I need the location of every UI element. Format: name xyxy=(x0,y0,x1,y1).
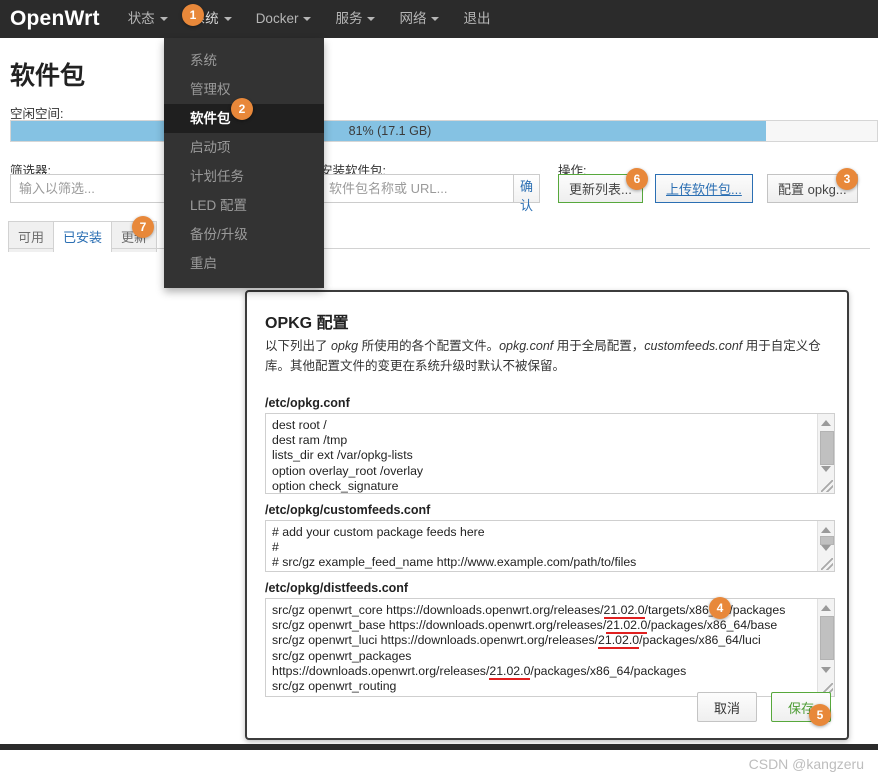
textarea-customfeeds-conf-content: # add your custom package feeds here # #… xyxy=(272,525,637,570)
menu-item-system[interactable]: 系统 xyxy=(164,46,324,75)
nav-item-network[interactable]: 网络 xyxy=(387,0,451,38)
nav-item-services[interactable]: 服务 xyxy=(323,0,387,38)
file-label-customfeeds-conf: /etc/opkg/customfeeds.conf xyxy=(265,503,431,517)
textarea-opkg-conf[interactable]: dest root / dest ram /tmp lists_dir ext … xyxy=(265,413,835,494)
upload-package-button[interactable]: 上传软件包... xyxy=(655,174,753,203)
menu-item-startup[interactable]: 启动项 xyxy=(164,133,324,162)
free-space-progress-bar: 81% (17.1 GB) xyxy=(10,120,878,142)
opkg-configuration-dialog: OPKG 配置 以下列出了 opkg 所使用的各个配置文件。opkg.conf … xyxy=(245,290,849,740)
watermark-text: CSDN @kangzeru xyxy=(748,756,864,772)
brand-logo[interactable]: OpenWrt xyxy=(0,0,116,38)
nav-item-docker-label: Docker xyxy=(255,11,299,26)
scroll-down-icon[interactable] xyxy=(821,667,831,673)
chevron-down-icon xyxy=(223,17,232,22)
textarea-distfeeds-conf-content: src/gz openwrt_core https://downloads.op… xyxy=(272,603,812,696)
install-package-input[interactable] xyxy=(320,174,513,203)
annotation-badge-1: 1 xyxy=(182,4,204,26)
nav-item-status[interactable]: 状态 xyxy=(116,0,180,38)
file-label-opkg-conf: /etc/opkg.conf xyxy=(265,396,350,410)
scrollbar-thumb[interactable] xyxy=(820,536,834,545)
annotation-badge-3: 3 xyxy=(836,168,858,190)
desc-text-1: 以下列出了 xyxy=(265,339,331,353)
annotation-badge-2: 2 xyxy=(231,98,253,120)
tab-installed[interactable]: 已安装 xyxy=(53,221,113,252)
nav-item-logout[interactable]: 退出 xyxy=(451,0,502,38)
desc-em-opkg-conf: opkg.conf xyxy=(499,339,554,353)
nav-item-services-label: 服务 xyxy=(335,11,363,26)
scrollbar-distfeeds-conf[interactable] xyxy=(817,599,834,696)
desc-text-2: 所使用的各个配置文件。 xyxy=(358,339,500,353)
chevron-down-icon xyxy=(159,17,168,22)
nav-item-docker[interactable]: Docker xyxy=(244,0,324,38)
scroll-up-icon[interactable] xyxy=(821,420,831,426)
install-confirm-button[interactable]: 确认 xyxy=(513,174,541,213)
progress-value-text: 81% (17.1 GB) xyxy=(348,124,432,138)
footer-strip xyxy=(0,744,878,750)
chevron-down-icon xyxy=(303,17,312,22)
scrollbar-thumb[interactable] xyxy=(820,616,834,660)
scroll-down-icon[interactable] xyxy=(821,545,831,551)
textarea-customfeeds-conf[interactable]: # add your custom package feeds here # #… xyxy=(265,520,835,572)
menu-item-reboot[interactable]: 重启 xyxy=(164,249,324,278)
tabs-divider xyxy=(8,248,870,249)
scroll-down-icon[interactable] xyxy=(821,466,831,472)
desc-em-customfeeds-conf: customfeeds.conf xyxy=(644,339,743,353)
nav-item-network-label: 网络 xyxy=(399,11,427,26)
menu-item-scheduled-tasks[interactable]: 计划任务 xyxy=(164,162,324,191)
openwrt-luci-packages-page: OpenWrt 状态 系统 Docker 服务 网络 退出 软件包 空闲空间: … xyxy=(0,0,878,783)
scroll-up-icon[interactable] xyxy=(821,527,831,533)
annotation-badge-6: 6 xyxy=(626,168,648,190)
system-dropdown-menu: 系统 管理权 软件包 启动项 计划任务 LED 配置 备份/升级 重启 xyxy=(164,38,324,288)
resize-grip-icon[interactable] xyxy=(821,480,833,492)
top-navbar: OpenWrt 状态 系统 Docker 服务 网络 退出 xyxy=(0,0,878,38)
scroll-up-icon[interactable] xyxy=(821,605,831,611)
desc-text-3: 用于全局配置， xyxy=(553,339,645,353)
dialog-cancel-button[interactable]: 取消 xyxy=(696,692,757,722)
dialog-title: OPKG 配置 xyxy=(265,315,349,332)
annotation-badge-5: 5 xyxy=(809,704,831,726)
textarea-opkg-conf-content: dest root / dest ram /tmp lists_dir ext … xyxy=(272,418,424,493)
menu-item-backup-upgrade[interactable]: 备份/升级 xyxy=(164,220,324,249)
page-title: 软件包 xyxy=(10,62,86,90)
scrollbar-thumb[interactable] xyxy=(820,431,834,465)
annotation-badge-4: 4 xyxy=(709,597,731,619)
chevron-down-icon xyxy=(431,17,440,22)
install-package-group: 确认 xyxy=(320,174,541,213)
file-label-distfeeds-conf: /etc/opkg/distfeeds.conf xyxy=(265,581,409,595)
nav-item-logout-label: 退出 xyxy=(463,11,491,26)
nav-item-status-label: 状态 xyxy=(127,11,155,26)
dialog-description: 以下列出了 opkg 所使用的各个配置文件。opkg.conf 用于全局配置，c… xyxy=(265,336,835,376)
desc-em-opkg: opkg xyxy=(330,339,359,353)
menu-item-led-configuration[interactable]: LED 配置 xyxy=(164,191,324,220)
textarea-distfeeds-conf[interactable]: src/gz openwrt_core https://downloads.op… xyxy=(265,598,835,697)
annotation-badge-7: 7 xyxy=(132,216,154,238)
chevron-down-icon xyxy=(367,17,376,22)
resize-grip-icon[interactable] xyxy=(821,558,833,570)
